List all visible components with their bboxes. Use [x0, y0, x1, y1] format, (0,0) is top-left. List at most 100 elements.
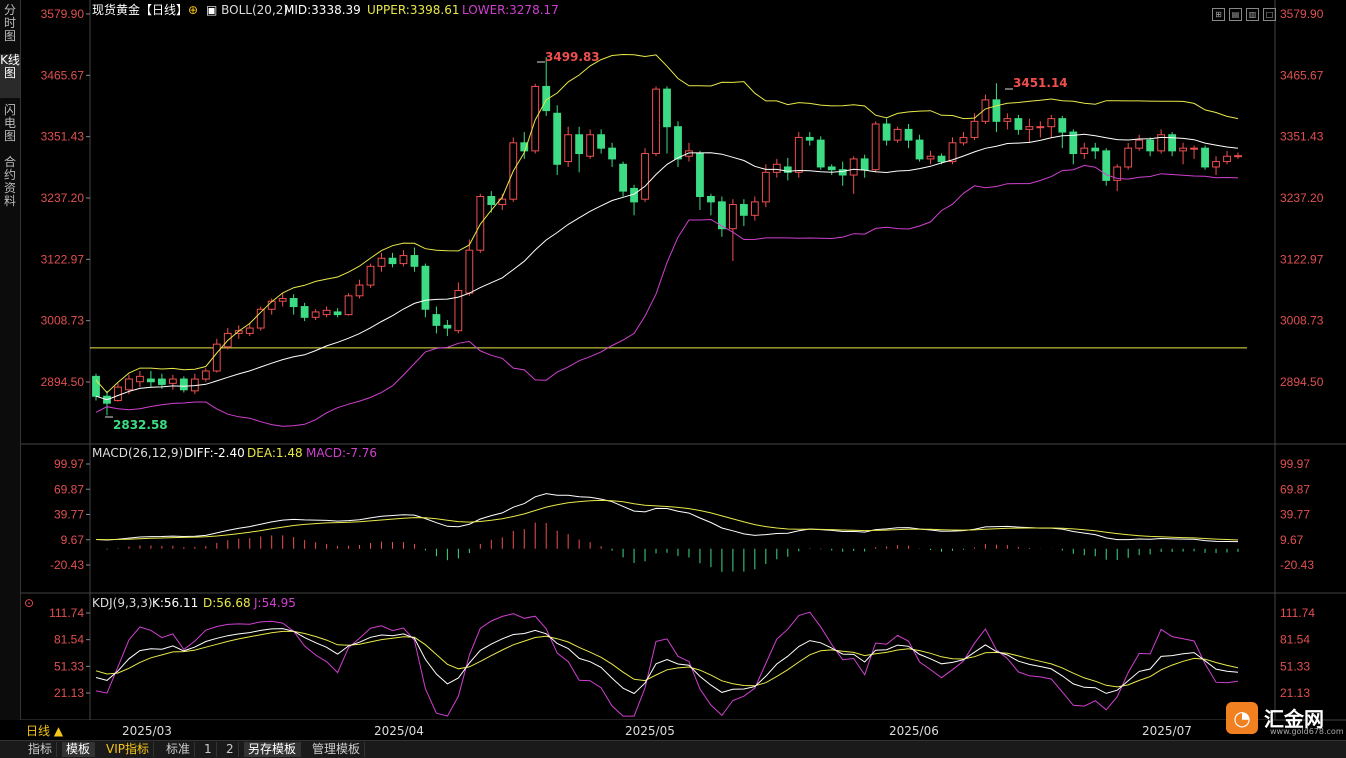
boll-name: BOLL(20,2) [221, 3, 289, 17]
candle [696, 153, 704, 197]
tab-2[interactable]: 2 [222, 742, 239, 757]
candle [739, 204, 748, 216]
tab-save-template[interactable]: 另存模板 [244, 742, 302, 757]
tab-standard[interactable]: 标准 [162, 742, 196, 757]
candle [487, 195, 496, 206]
candle [168, 378, 177, 384]
nav-tab-kline[interactable]: K线图 [0, 54, 20, 98]
kdj-axis-label-right: 81.54 [1280, 633, 1310, 647]
candle [399, 255, 408, 265]
candle [1080, 147, 1089, 155]
logo: ◔ 汇金网 www.gold678.com [1226, 700, 1346, 740]
macd-axis-label-right: -20.43 [1280, 558, 1314, 572]
tab-templates[interactable]: 模板 [62, 742, 96, 757]
nav-tab-flash[interactable]: 闪电图 [0, 104, 20, 148]
candle [157, 378, 166, 385]
candle [344, 295, 353, 316]
candle [893, 128, 902, 141]
layout-icon[interactable]: ▥ [1246, 8, 1259, 21]
logo-url: www.gold678.com [1270, 727, 1344, 736]
kdj-axis-label-right: 51.33 [1280, 659, 1310, 673]
boll-upper: UPPER:3398.61 [367, 3, 460, 17]
price-axis-label-right: 3579.90 [1280, 7, 1324, 21]
macd-dea: DEA:1.48 [247, 446, 303, 460]
kdj-j: J:54.95 [254, 596, 296, 610]
date-label: 2025/06 [889, 724, 939, 738]
candle [707, 195, 715, 203]
candle [1091, 147, 1100, 152]
tab-1[interactable]: 1 [200, 742, 217, 757]
candle [1223, 155, 1231, 163]
candle [641, 153, 649, 200]
zoom-icon[interactable]: ⊞ [1212, 8, 1225, 21]
stock-chart[interactable]: 3579.90 3579.90 3465.67 3465.67 3351.43 3351.… [0, 0, 1346, 757]
candle [772, 163, 781, 173]
candle [531, 85, 540, 152]
tab-manage-templates[interactable]: 管理模板 [308, 742, 366, 757]
candle [322, 309, 331, 316]
boll-label: ▣ BOLL(20,2) [206, 3, 288, 17]
candle [827, 166, 836, 171]
candle [761, 171, 770, 203]
candle [992, 99, 1001, 122]
maximize-icon[interactable]: □ [1263, 8, 1276, 21]
candle [146, 378, 155, 383]
kdj-axis-label-left: 21.13 [54, 686, 84, 700]
macd-label: MACD(26,12,9) [92, 446, 184, 460]
macd-axis-label-left: 9.67 [61, 533, 85, 547]
candle [674, 126, 682, 160]
left-nav: 分时图 K线图 闪电图 合约资料 [0, 0, 21, 720]
candle [377, 257, 386, 267]
kdj-d: D:56.68 [203, 596, 251, 610]
kdj-axis-label-left: 81.54 [54, 633, 84, 647]
candle [564, 134, 573, 163]
candle [355, 284, 364, 297]
price-axis-label-right: 3122.97 [1280, 252, 1324, 266]
candle [1190, 147, 1198, 150]
candle [652, 88, 660, 155]
candle [125, 378, 133, 391]
period-selector[interactable]: 日线 ▲ [26, 722, 63, 739]
candle [289, 298, 298, 308]
candle [904, 128, 913, 141]
candle [333, 311, 342, 316]
candle [1135, 139, 1144, 149]
window-toolbar: ⊞ ▤ ▥ □ [1212, 2, 1280, 21]
macd-axis-label-left: 69.87 [54, 482, 84, 496]
bottom-tab-bar: 指标 模板 VIP指标 标准 1 2 另存模板 管理模板 [0, 740, 1346, 758]
date-label: 2025/03 [122, 724, 172, 738]
candle [728, 204, 737, 230]
candle [1058, 118, 1067, 133]
settings-icon[interactable]: ⊕ [188, 3, 198, 17]
nav-tab-contract[interactable]: 合约资料 [0, 156, 20, 214]
tab-indicators[interactable]: 指标 [24, 742, 58, 757]
candle [959, 136, 968, 144]
candle [410, 255, 419, 267]
candle [1212, 161, 1220, 168]
tab-vip-indicators[interactable]: VIP指标 [102, 742, 154, 757]
candle [871, 123, 880, 171]
macd-axis-label-right: 9.67 [1280, 533, 1304, 547]
dock-icon[interactable]: ▤ [1229, 8, 1242, 21]
candle [278, 298, 287, 302]
candle [663, 88, 671, 128]
candle [794, 136, 803, 173]
candle [432, 314, 441, 326]
nav-tab-timeshare[interactable]: 分时图 [0, 4, 20, 48]
annotation-high-2: 3451.14 [1013, 76, 1068, 90]
indicator-icon: ▣ [206, 3, 222, 17]
annotation-high-1: 3499.83 [545, 50, 600, 64]
candle [849, 158, 858, 176]
candle [1025, 126, 1034, 130]
kdj-settings-icon[interactable]: ⊙ [24, 596, 34, 610]
candle [575, 134, 584, 155]
candle [816, 139, 825, 168]
kdj-label: KDJ(9,3,3) [92, 596, 153, 610]
price-axis-label-right: 2894.50 [1280, 375, 1324, 389]
candle [937, 155, 946, 163]
kdj-axis-label-right: 21.13 [1280, 686, 1310, 700]
kdj-axis-label-right: 111.74 [1280, 606, 1315, 620]
kdj-k: K:56.11 [152, 596, 199, 610]
candle [388, 257, 397, 265]
price-axis-label-right: 3008.73 [1280, 314, 1324, 328]
